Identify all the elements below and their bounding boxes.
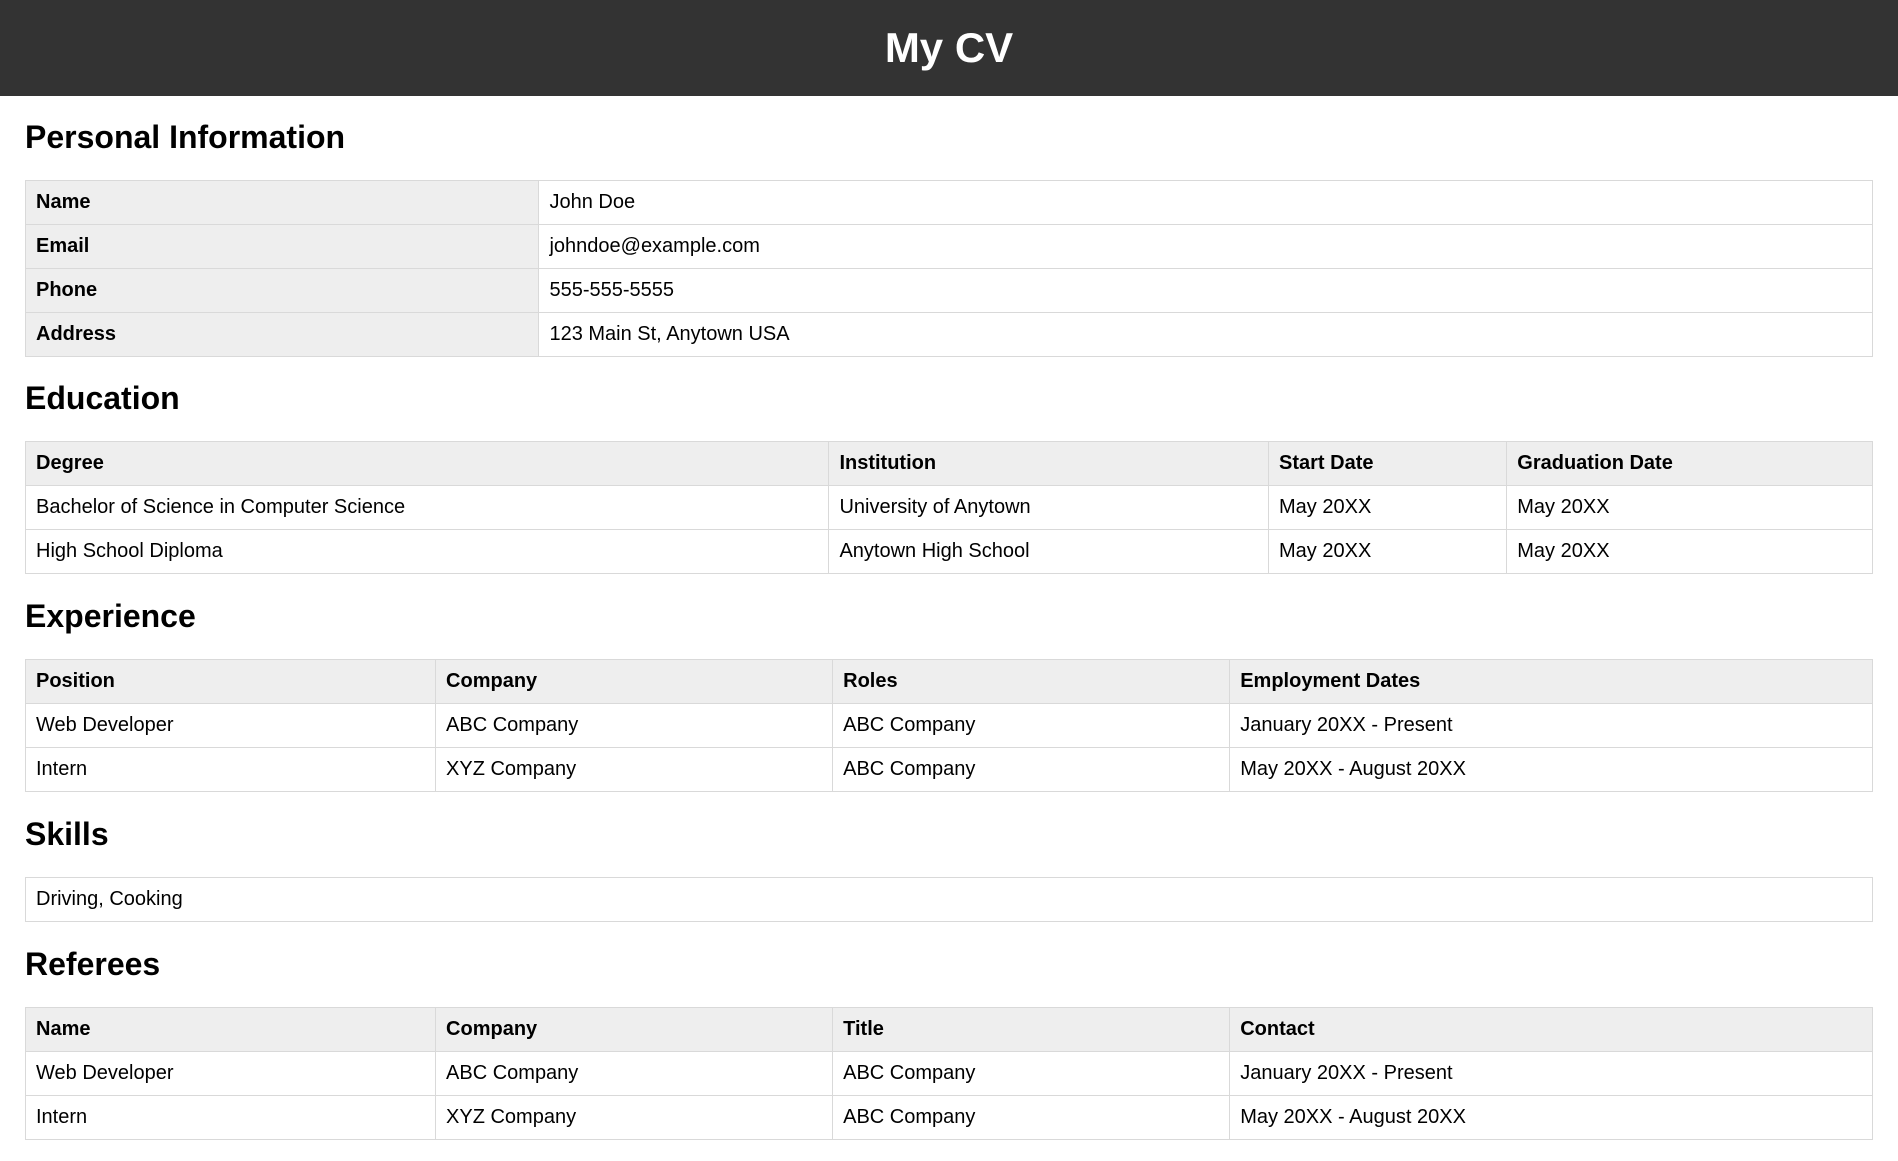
table-cell: Web Developer (24, 703, 437, 748)
skills-heading: Skills (25, 816, 109, 852)
table-row: Email johndoe@example.com (24, 224, 1873, 269)
table-cell: ABC Company (832, 703, 1231, 748)
table-cell: XYZ Company (435, 1095, 834, 1140)
table-row: Address 123 Main St, Anytown USA (24, 312, 1873, 357)
table-cell: Anytown High School (828, 529, 1270, 574)
referees-heading: Referees (25, 946, 161, 982)
table-cell: Web Developer (24, 1051, 437, 1096)
column-header: Name (24, 1007, 437, 1052)
skills-table: Driving, Cooking (25, 877, 1873, 922)
table-cell: May 20XX - August 20XX (1229, 1095, 1873, 1140)
table-row: Intern XYZ Company ABC Company May 20XX … (24, 747, 1873, 792)
column-header: Contact (1229, 1007, 1873, 1052)
table-row: Intern XYZ Company ABC Company May 20XX … (24, 1095, 1873, 1140)
table-cell: ABC Company (435, 703, 834, 748)
personal-info-heading: Personal Information (25, 119, 346, 155)
column-header: Roles (832, 659, 1231, 704)
column-header: Employment Dates (1229, 659, 1873, 704)
column-header: Institution (828, 441, 1270, 486)
page-title: My CV (884, 24, 1014, 71)
column-header: Position (24, 659, 437, 704)
referees-table: Name Company Title Contact Web Developer… (24, 1007, 1873, 1140)
table-row: Phone 555-555-5555 (24, 268, 1873, 313)
table-cell: May 20XX (1506, 485, 1873, 530)
table-row: Web Developer ABC Company ABC Company Ja… (24, 703, 1873, 748)
education-heading: Education (25, 380, 180, 416)
table-cell: ABC Company (832, 1095, 1231, 1140)
cv-content: Personal Information Name John Doe Email… (0, 121, 1898, 1140)
table-cell: May 20XX (1268, 485, 1508, 530)
phone-label: Phone (24, 268, 540, 313)
address-value: 123 Main St, Anytown USA (538, 312, 1873, 357)
table-cell: Intern (24, 1095, 437, 1140)
table-header-row: Name Company Title Contact (24, 1007, 1873, 1052)
table-row: High School Diploma Anytown High School … (24, 529, 1873, 574)
table-cell: High School Diploma (24, 529, 830, 574)
education-table: Degree Institution Start Date Graduation… (24, 441, 1873, 574)
table-cell: May 20XX (1268, 529, 1508, 574)
table-row: Name John Doe (24, 180, 1873, 225)
table-row: Driving, Cooking (25, 877, 1873, 922)
table-row: Bachelor of Science in Computer Science … (24, 485, 1873, 530)
page-header: My CV (0, 0, 1898, 96)
name-value: John Doe (538, 180, 1873, 225)
table-row: Web Developer ABC Company ABC Company Ja… (24, 1051, 1873, 1096)
table-cell: January 20XX - Present (1229, 703, 1873, 748)
table-cell: XYZ Company (435, 747, 834, 792)
column-header: Degree (24, 441, 830, 486)
name-label: Name (24, 180, 540, 225)
experience-table: Position Company Roles Employment Dates … (24, 659, 1873, 792)
phone-value: 555-555-5555 (538, 268, 1873, 313)
column-header: Graduation Date (1506, 441, 1873, 486)
table-cell: Intern (24, 747, 437, 792)
table-header-row: Position Company Roles Employment Dates (24, 659, 1873, 704)
table-cell: ABC Company (832, 747, 1231, 792)
table-cell: May 20XX (1506, 529, 1873, 574)
table-cell: Bachelor of Science in Computer Science (24, 485, 830, 530)
column-header: Company (435, 659, 834, 704)
column-header: Company (435, 1007, 834, 1052)
table-cell: ABC Company (435, 1051, 834, 1096)
column-header: Start Date (1268, 441, 1508, 486)
table-header-row: Degree Institution Start Date Graduation… (24, 441, 1873, 486)
column-header: Title (832, 1007, 1231, 1052)
table-cell: ABC Company (832, 1051, 1231, 1096)
email-label: Email (24, 224, 540, 269)
table-cell: University of Anytown (828, 485, 1270, 530)
address-label: Address (24, 312, 540, 357)
table-cell: May 20XX - August 20XX (1229, 747, 1873, 792)
email-value: johndoe@example.com (538, 224, 1873, 269)
experience-heading: Experience (25, 598, 196, 634)
personal-info-table: Name John Doe Email johndoe@example.com … (24, 180, 1873, 357)
table-cell: January 20XX - Present (1229, 1051, 1873, 1096)
skills-value: Driving, Cooking (25, 877, 1873, 922)
